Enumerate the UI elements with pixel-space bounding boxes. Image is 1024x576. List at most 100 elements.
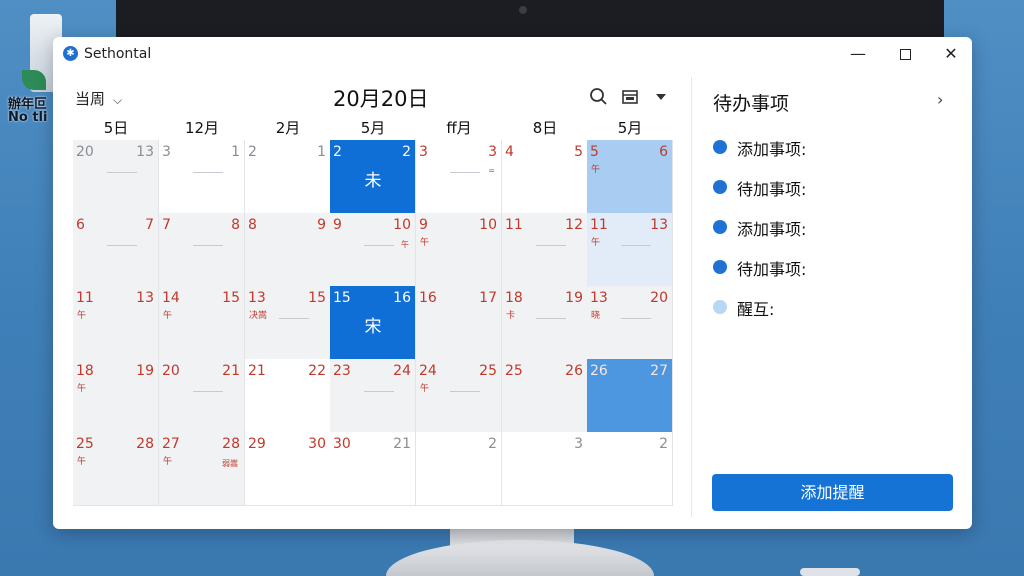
- calendar-day-cell[interactable]: 25 26: [502, 359, 588, 433]
- day-number: 16: [419, 290, 437, 306]
- event-placeholder-line: [450, 391, 480, 392]
- calendar-day-cell[interactable]: 13 15 决嵩: [245, 286, 331, 360]
- day-number: 18: [505, 290, 523, 306]
- event-placeholder-line: [193, 245, 223, 246]
- calendar-day-cell[interactable]: 11 13 午: [587, 213, 673, 287]
- calendar-day-cell[interactable]: 18 19 卡: [502, 286, 588, 360]
- day-number: 6: [76, 217, 85, 233]
- calendar-day-cell[interactable]: 16 17: [416, 286, 502, 360]
- calendar-day-cell[interactable]: 67: [73, 213, 159, 287]
- minimize-button[interactable]: —: [836, 41, 880, 67]
- day-number: 13: [590, 290, 608, 306]
- maximize-button[interactable]: [883, 41, 927, 67]
- calendar-day-cell[interactable]: 11 12: [502, 213, 588, 287]
- calendar-day-cell[interactable]: 78: [159, 213, 245, 287]
- event-placeholder-line: [621, 245, 651, 246]
- calendar-day-cell[interactable]: 89: [245, 213, 331, 287]
- day-number: 11: [590, 217, 608, 233]
- calendar-day-cell[interactable]: 14 15 午: [159, 286, 245, 360]
- calendar-day-cell[interactable]: 20 13: [73, 140, 159, 214]
- search-icon: [590, 88, 607, 105]
- todo-pane-title: 待办事项: [713, 93, 790, 115]
- calendar-day-cell[interactable]: 5 6 午: [587, 140, 673, 214]
- desk-shadow: [800, 568, 860, 576]
- day-number-alt: 13: [650, 217, 668, 233]
- day-note: 午: [420, 238, 430, 248]
- close-button[interactable]: ✕: [929, 41, 972, 67]
- calendar-view-button[interactable]: [619, 86, 641, 108]
- day-number: 2: [333, 144, 342, 160]
- day-number: 9: [333, 217, 342, 233]
- calendar-day-cell[interactable]: 3: [502, 432, 588, 506]
- calendar-day-cell[interactable]: 27 28 午 弱嵩: [159, 432, 245, 506]
- weekday-header: 5日 12月 2月 5月 ff月 8日 5月: [73, 117, 673, 139]
- day-number: 25: [505, 363, 523, 379]
- todo-bullet-icon: [713, 300, 727, 314]
- day-number-alt: 9: [317, 217, 326, 233]
- day-number: 23: [333, 363, 351, 379]
- event-placeholder-line: [364, 245, 394, 246]
- day-number: 2: [248, 144, 257, 160]
- calendar-day-cell[interactable]: 21: [245, 140, 331, 214]
- day-number-alt: 25: [479, 363, 497, 379]
- calendar-day-cell[interactable]: 2: [587, 432, 673, 506]
- day-note-small: =: [488, 166, 495, 175]
- search-button[interactable]: [588, 86, 610, 108]
- day-number-alt: 6: [659, 144, 668, 160]
- day-number-alt: 10: [479, 217, 497, 233]
- calendar-day-cell[interactable]: 23 24: [330, 359, 416, 433]
- view-selector[interactable]: 当周 ⌵: [75, 88, 122, 109]
- calendar-day-cell[interactable]: 24 25 午: [416, 359, 502, 433]
- app-logo-icon: ✱: [63, 46, 78, 61]
- day-number: 18: [76, 363, 94, 379]
- calendar-day-cell[interactable]: 11 13 午: [73, 286, 159, 360]
- day-number-alt: 2: [659, 436, 668, 452]
- calendar-day-cell[interactable]: 3 3 =: [416, 140, 502, 214]
- event-placeholder-line: [193, 391, 223, 392]
- todo-item-label: 添加事项:: [737, 140, 807, 159]
- calendar-day-cell[interactable]: 21 22: [245, 359, 331, 433]
- day-note: 午: [77, 457, 87, 467]
- calendar-day-cell[interactable]: 30 21: [330, 432, 416, 506]
- todo-bullet-icon: [713, 260, 727, 274]
- calendar-day-cell[interactable]: 2 2 未: [330, 140, 416, 214]
- calendar-day-cell[interactable]: 20 21: [159, 359, 245, 433]
- calendar-day-cell[interactable]: 29 30: [245, 432, 331, 506]
- day-number-alt: 28: [222, 436, 240, 452]
- add-reminder-button[interactable]: 添加提醒: [712, 474, 953, 511]
- day-note: 晓: [591, 311, 601, 321]
- calendar-day-cell[interactable]: 26 27: [587, 359, 673, 433]
- todo-item-label: 醒互:: [737, 300, 775, 319]
- calendar-day-cell[interactable]: 18 19 午: [73, 359, 159, 433]
- monitor-bezel: [116, 0, 944, 40]
- event-placeholder-line: [536, 245, 566, 246]
- day-note: 卡: [506, 311, 516, 321]
- day-number: 21: [248, 363, 266, 379]
- desktop-app-icon[interactable]: 辦年叵 No tli: [8, 12, 62, 124]
- day-number-alt: 10: [393, 217, 411, 233]
- day-event-label: 未: [364, 171, 382, 191]
- calendar-day-cell[interactable]: 9 10 午: [416, 213, 502, 287]
- calendar-day-cell[interactable]: 31: [159, 140, 245, 214]
- day-number: 15: [333, 290, 351, 306]
- day-note: 午: [420, 384, 430, 394]
- todo-item-label: 待加事项:: [737, 260, 807, 279]
- calendar-day-cell[interactable]: 45: [502, 140, 588, 214]
- maximize-icon: [899, 49, 911, 60]
- collapse-pane-button[interactable]: ›: [937, 90, 943, 109]
- day-number: 14: [162, 290, 180, 306]
- calendar-day-cell[interactable]: 25 28 午: [73, 432, 159, 506]
- calendar-day-cell[interactable]: 9 10 午: [330, 213, 416, 287]
- day-number-alt: 5: [574, 144, 583, 160]
- todo-bullet-icon: [713, 180, 727, 194]
- calendar-day-cell[interactable]: 2: [416, 432, 502, 506]
- options-dropdown-button[interactable]: [650, 86, 672, 108]
- calendar-day-cell[interactable]: 13 20 晓: [587, 286, 673, 360]
- caret-down-icon: [656, 94, 666, 100]
- calendar-day-cell[interactable]: 15 16 宋: [330, 286, 416, 360]
- day-note: 午: [591, 238, 601, 248]
- day-number: 5: [590, 144, 599, 160]
- day-number-alt: 2: [488, 436, 497, 452]
- weekday-label: 5月: [617, 119, 643, 137]
- event-placeholder-line: [621, 318, 651, 319]
